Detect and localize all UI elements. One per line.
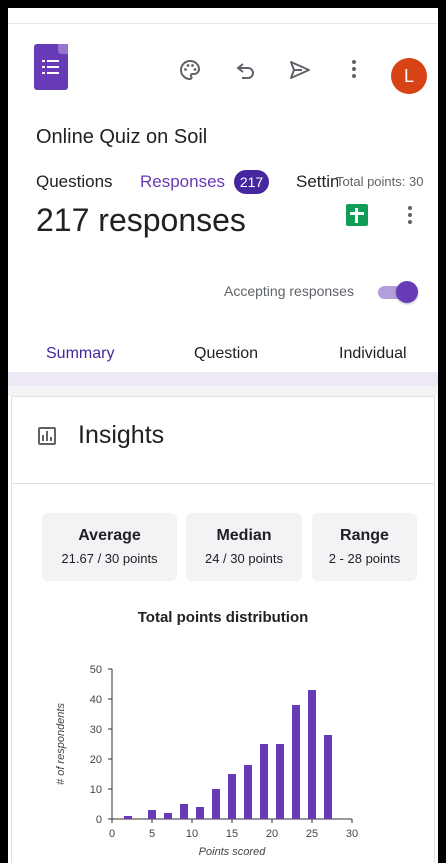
x-tick-label: 15: [226, 828, 238, 840]
x-tick-label: 0: [109, 828, 115, 840]
stat-average: Average 21.67 / 30 points: [42, 513, 177, 581]
insights-card: Insights Average 21.67 / 30 points Media…: [11, 396, 435, 863]
forms-logo-icon[interactable]: [34, 44, 68, 90]
stat-median: Median 24 / 30 points: [186, 513, 302, 581]
chart-bar: [148, 810, 156, 819]
x-tick-label: 10: [186, 828, 198, 840]
chart-bar: [292, 705, 300, 819]
y-axis-title: # of respondents: [55, 703, 67, 785]
chart-bar: [260, 744, 268, 819]
chart-bar: [212, 789, 220, 819]
chart-bar: [276, 744, 284, 819]
more-vert-icon[interactable]: [340, 56, 368, 84]
tab-questions[interactable]: Questions: [36, 172, 113, 192]
accepting-responses-label: Accepting responses: [224, 283, 354, 299]
y-tick-label: 50: [90, 664, 102, 676]
send-icon[interactable]: [286, 56, 314, 84]
toggle-knob: [396, 281, 418, 303]
x-tick-label: 30: [346, 828, 358, 840]
sheets-icon[interactable]: [346, 204, 368, 226]
x-axis-title: Points scored: [199, 846, 267, 858]
insights-divider: [12, 483, 434, 484]
chart-bar: [196, 807, 204, 819]
responses-count-heading: 217 responses: [36, 202, 246, 238]
x-tick-label: 20: [266, 828, 278, 840]
stat-value: 24 / 30 points: [204, 551, 284, 566]
top-strip: [8, 8, 438, 24]
responses-count-badge: 217: [234, 170, 269, 194]
chart-bar: [324, 735, 332, 819]
section-divider: [8, 372, 438, 386]
subtab-question[interactable]: Question: [194, 345, 258, 363]
accepting-responses-toggle[interactable]: [378, 280, 422, 304]
tab-responses[interactable]: Responses: [140, 172, 225, 192]
form-header: L Online Quiz on Soil Questions Response…: [8, 24, 438, 204]
subtab-summary[interactable]: Summary: [46, 345, 114, 363]
insights-title: Insights: [78, 421, 165, 449]
stat-label: Average: [78, 527, 141, 544]
y-tick-label: 0: [96, 814, 102, 826]
app-frame: L Online Quiz on Soil Questions Response…: [8, 8, 438, 863]
x-tick-label: 5: [149, 828, 155, 840]
subtab-individual[interactable]: Individual: [339, 345, 407, 363]
palette-icon[interactable]: [176, 56, 204, 84]
stat-value: 21.67 / 30 points: [61, 551, 158, 566]
chart-title: Total points distribution: [137, 609, 309, 626]
undo-icon[interactable]: [232, 56, 260, 84]
y-tick-label: 40: [90, 694, 102, 706]
chart-bar: [124, 816, 132, 819]
stat-label: Median: [216, 527, 272, 544]
y-tick-label: 20: [90, 754, 102, 766]
avatar[interactable]: L: [391, 58, 427, 94]
form-title: Online Quiz on Soil: [36, 126, 208, 148]
y-tick-label: 30: [90, 724, 102, 736]
chart-bar: [164, 813, 172, 819]
y-tick-label: 10: [90, 784, 102, 796]
responses-more-icon[interactable]: [408, 206, 412, 227]
chart-bar: [228, 774, 236, 819]
stat-value: 2 - 28 points: [328, 551, 401, 566]
x-tick-label: 25: [306, 828, 318, 840]
points-distribution-chart: 0 10 20 30 40 50 0 5 10 15 20 25 30 Points scored # of…: [55, 664, 358, 858]
chart-bar: [244, 765, 252, 819]
insights-chart-icon: [38, 427, 56, 445]
section-gap: [8, 386, 438, 396]
stat-range: Range 2 - 28 points: [312, 513, 417, 581]
chart-bar: [308, 690, 316, 819]
total-points-label: Total points: 30: [336, 174, 424, 189]
stat-label: Range: [340, 527, 389, 544]
chart-bar: [180, 804, 188, 819]
tab-settings[interactable]: Settings: [296, 172, 338, 192]
responses-card: 217 responses Accepting responses Summar…: [8, 200, 438, 379]
